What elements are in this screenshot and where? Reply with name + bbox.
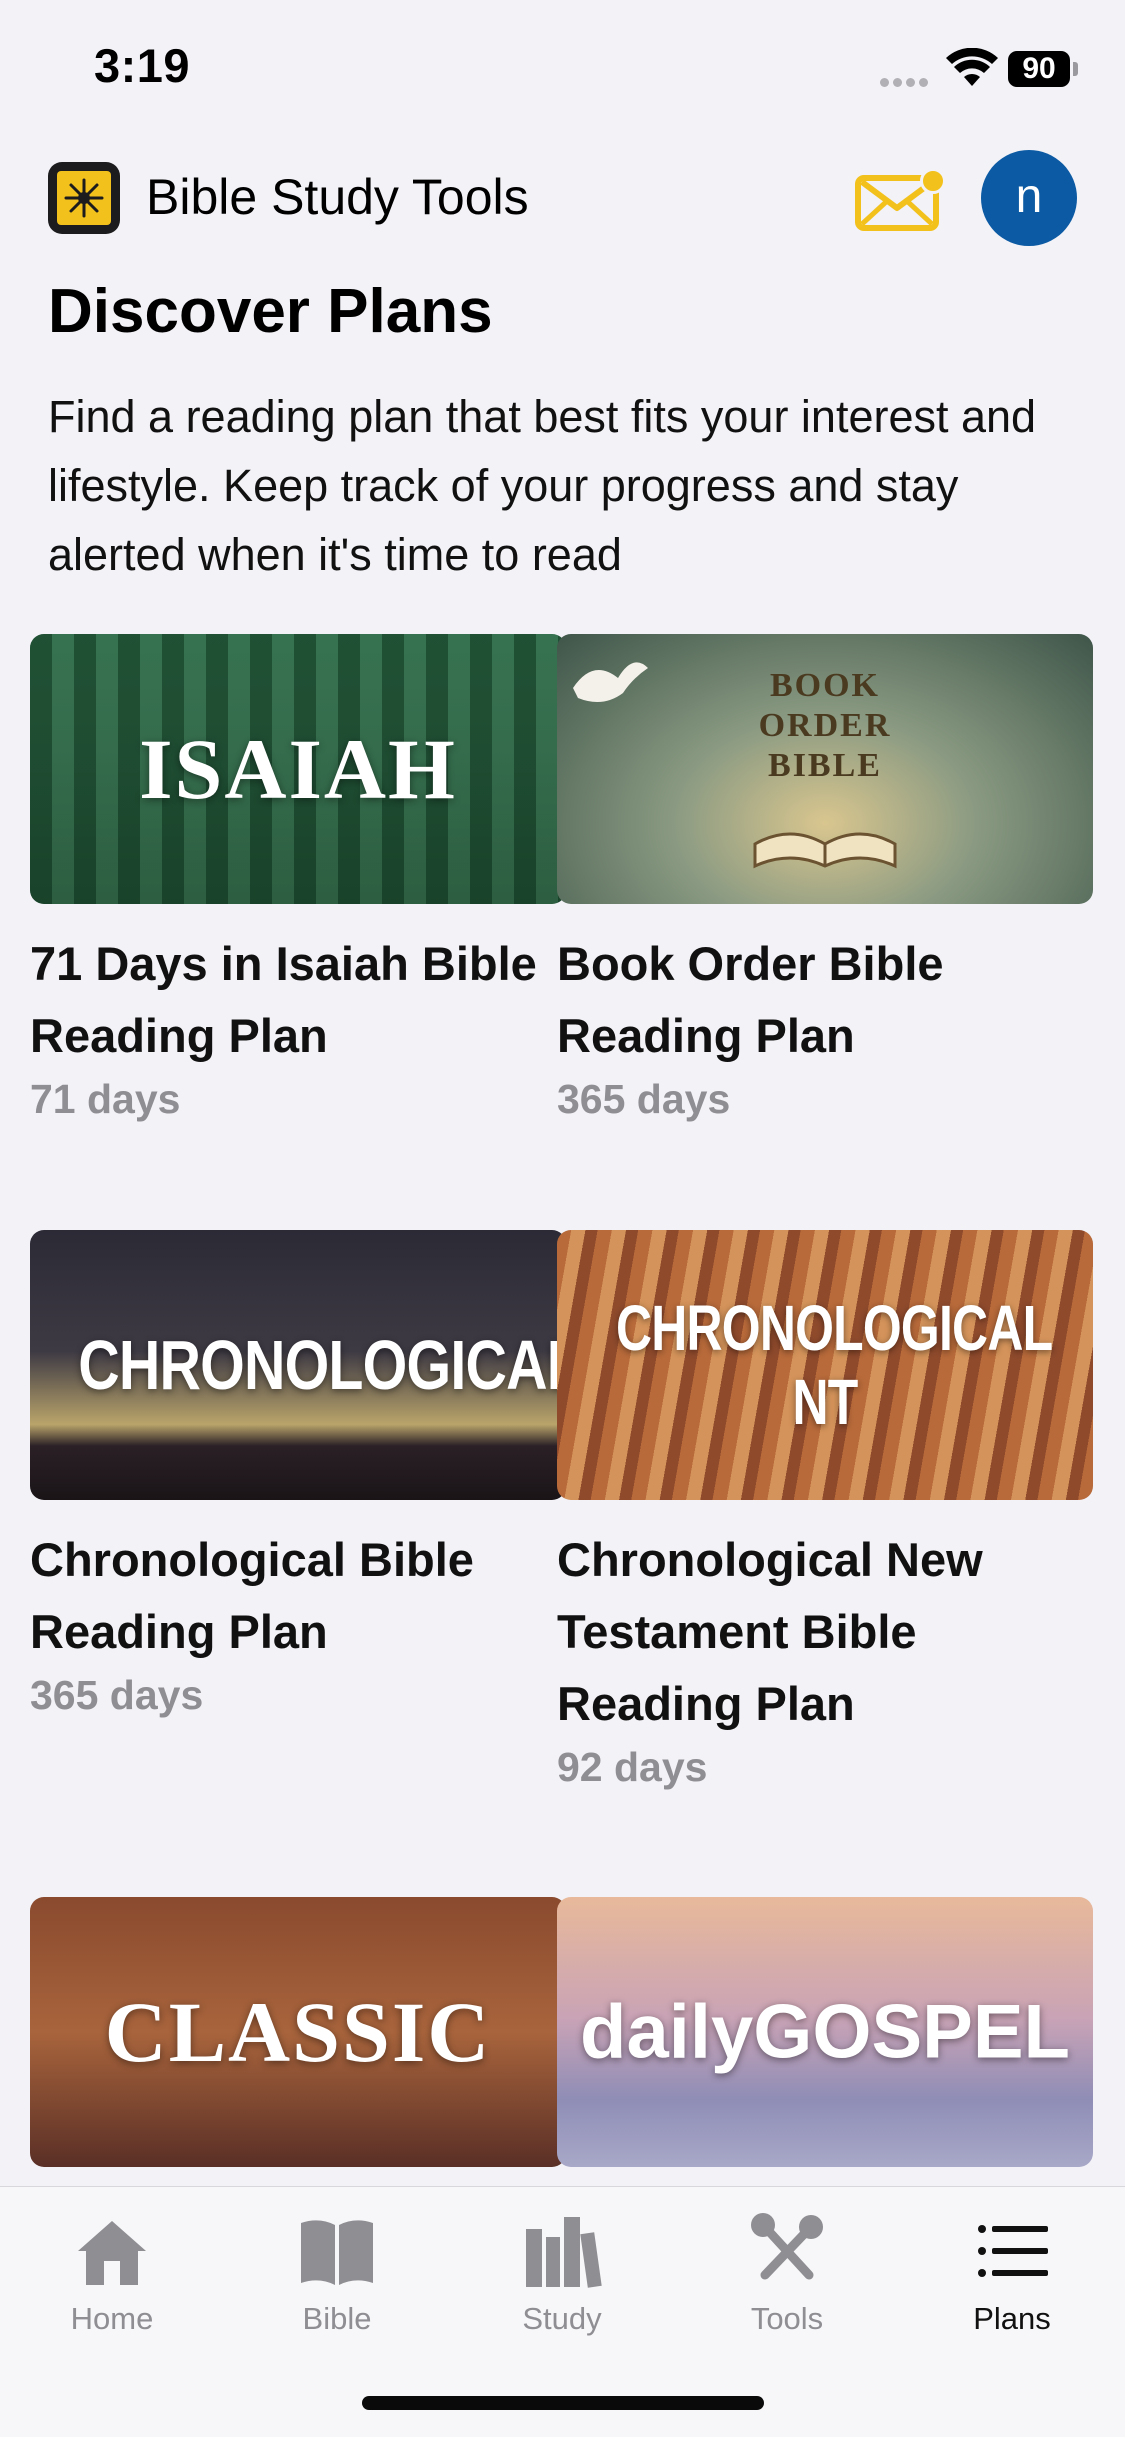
cellular-icon — [880, 74, 936, 87]
status-time: 3:19 — [94, 39, 191, 92]
status-bar: 3:19 90 — [0, 0, 1125, 140]
plan-image-text: ISAIAH — [139, 721, 457, 817]
house-icon — [78, 2221, 146, 2285]
plan-image: CHRONOLOGICAL — [30, 1230, 566, 1500]
plan-image: CHRONOLOGICAL NT — [557, 1230, 1093, 1500]
book-icon — [301, 2220, 373, 2285]
battery-level: 90 — [1008, 51, 1070, 87]
avatar[interactable]: n — [981, 150, 1077, 246]
page-title: Discover Plans — [48, 277, 493, 346]
plan-image: ISAIAH — [30, 634, 566, 904]
plan-image-text: CHRONOLOGICAL — [78, 1326, 566, 1404]
app-logo — [48, 162, 120, 234]
battery-icon: 90 — [1008, 51, 1080, 87]
wifi-icon — [946, 48, 998, 86]
tab-home[interactable]: Home — [12, 2211, 212, 2337]
tab-label: Study — [522, 2301, 602, 2336]
tab-label: Bible — [302, 2301, 372, 2336]
dove-icon — [573, 662, 648, 702]
plan-card-classic[interactable]: CLASSIC — [30, 1897, 566, 2167]
plan-title: 71 Days in Isaiah Bible Reading Plan — [30, 937, 537, 1062]
plan-days: 71 days — [30, 1076, 181, 1122]
plan-image: BOOK ORDER BIBLE — [557, 634, 1093, 904]
plan-image-text: CHRONOLOGICAL NT — [615, 1292, 1053, 1438]
plan-card-chronological-nt[interactable]: CHRONOLOGICAL NT Chronological New Testa… — [557, 1230, 1093, 1794]
tab-plans[interactable]: Plans — [912, 2211, 1112, 2337]
page-description: Find a reading plan that best fits your … — [48, 391, 1037, 580]
plan-title: Chronological Bible Reading Plan — [30, 1533, 474, 1658]
home-indicator — [362, 2396, 764, 2410]
plan-title: Chronological New Testament Bible Readin… — [557, 1533, 983, 1730]
tab-label: Tools — [750, 2301, 824, 2336]
tab-bible[interactable]: Bible — [237, 2211, 437, 2337]
notification-dot — [920, 168, 946, 194]
plan-image: CLASSIC — [30, 1897, 566, 2167]
plan-title: Book Order Bible Reading Plan — [557, 937, 944, 1062]
tab-label: Home — [70, 2301, 154, 2336]
wrench-screwdriver-icon — [751, 2213, 823, 2280]
plan-days: 92 days — [557, 1744, 708, 1790]
plan-image-text: CLASSIC — [104, 1984, 492, 2080]
plan-days: 365 days — [30, 1672, 204, 1718]
list-icon — [978, 2225, 1048, 2277]
tab-study[interactable]: Study — [462, 2211, 662, 2337]
plan-image: dailyGOSPEL — [557, 1897, 1093, 2167]
plan-days: 365 days — [557, 1076, 731, 1122]
plan-card-chronological[interactable]: CHRONOLOGICAL Chronological Bible Readin… — [30, 1230, 566, 1722]
plan-image-text: BOOK ORDER BIBLE — [758, 666, 892, 784]
plan-card-book-order[interactable]: BOOK ORDER BIBLE Book Order Bible Readin… — [557, 634, 1093, 1126]
books-icon — [526, 2217, 602, 2288]
tab-label: Plans — [973, 2301, 1051, 2336]
tab-tools[interactable]: Tools — [687, 2211, 887, 2337]
plan-image-text: dailyGOSPEL — [580, 1989, 1070, 2075]
plan-card-isaiah[interactable]: ISAIAH 71 Days in Isaiah Bible Reading P… — [30, 634, 566, 1126]
app-title: Bible Study Tools — [146, 169, 529, 225]
plan-card-daily-gospel[interactable]: dailyGOSPEL — [557, 1897, 1093, 2167]
